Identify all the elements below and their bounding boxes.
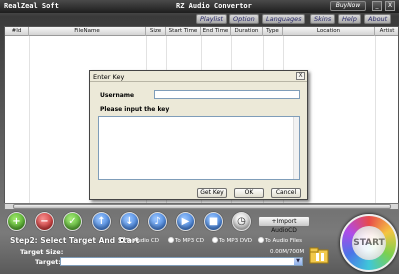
music-icon[interactable]: ♪ [148, 212, 167, 231]
menu-bar: Playlist Option Languages Skins Help Abo… [193, 13, 399, 25]
target-label: Target: [35, 258, 61, 266]
remove-icon[interactable]: − [35, 212, 54, 231]
column-artist[interactable]: Artist [375, 27, 398, 36]
key-scrollbar[interactable] [293, 117, 299, 179]
column-divider [29, 36, 30, 203]
radio-icon [212, 237, 218, 243]
column-filename[interactable]: FileName [29, 27, 146, 36]
username-label: Username [100, 92, 135, 99]
radio-to-audio-cd[interactable]: To Audio CD [119, 237, 159, 244]
column-location[interactable]: Location [283, 27, 375, 36]
cancel-button[interactable]: Cancel [271, 188, 301, 198]
check-icon[interactable]: ✓ [63, 212, 82, 231]
menu-about[interactable]: About [364, 14, 392, 24]
radio-label: To MP3 DVD [219, 238, 252, 244]
chevron-down-icon[interactable]: ▼ [294, 258, 302, 265]
menu-playlist[interactable]: Playlist [196, 14, 228, 24]
menu-skins[interactable]: Skins [310, 14, 336, 24]
close-button[interactable]: X [385, 1, 395, 11]
radio-label: To Audio CD [126, 238, 159, 244]
dialog-title-bar: Enter Key X [90, 71, 307, 82]
column-start-time[interactable]: Start Time [166, 27, 201, 36]
stop-icon[interactable]: ■ [204, 212, 223, 231]
dialog-close-button[interactable]: X [296, 72, 305, 80]
dialog-title: Enter Key [93, 73, 125, 81]
radio-label: To Audio Files [265, 238, 302, 244]
app-window: RealZeal Soft RZ Audio Convertor BuyNow … [0, 0, 399, 274]
key-textarea[interactable] [98, 116, 300, 180]
folder-icon[interactable] [308, 244, 330, 266]
username-input[interactable] [154, 90, 300, 99]
column-size[interactable]: Size [146, 27, 166, 36]
radio-selected-icon [119, 237, 125, 243]
arrow-down-icon[interactable]: ↓ [120, 212, 139, 231]
radio-to-mp3-cd[interactable]: To MP3 CD [168, 237, 204, 244]
radio-icon [168, 237, 174, 243]
toolbar: + − ✓ ↑ ↓ ♪ ▶ ■ ◷ +Import AudioCD [0, 210, 399, 234]
column-duration[interactable]: Duration [231, 27, 263, 36]
column-end-time[interactable]: End Time [201, 27, 231, 36]
enter-key-dialog: Enter Key X Username Please input the ke… [89, 70, 308, 200]
radio-icon [258, 237, 264, 243]
scrollbar-thumb[interactable] [13, 204, 391, 209]
start-label: START [353, 238, 385, 248]
column-divider [375, 36, 376, 203]
column-type[interactable]: Type [263, 27, 283, 36]
app-title: RZ Audio Convertor [176, 2, 252, 10]
import-audiocd-button[interactable]: +Import AudioCD [258, 216, 310, 234]
start-button[interactable]: START [340, 214, 398, 272]
key-label: Please input the key [100, 106, 170, 113]
get-key-button[interactable]: Get Key [197, 188, 227, 198]
horizontal-scrollbar[interactable] [4, 203, 399, 210]
play-icon[interactable]: ▶ [176, 212, 195, 231]
menu-help[interactable]: Help [338, 14, 361, 24]
start-button-center: START [352, 226, 386, 260]
radio-to-audio-files[interactable]: To Audio Files [258, 237, 302, 244]
target-size-value: 0.00M/700M [270, 249, 305, 255]
arrow-up-icon[interactable]: ↑ [92, 212, 111, 231]
menu-option[interactable]: Option [229, 14, 259, 24]
brand-label: RealZeal Soft [4, 2, 59, 10]
ok-button[interactable]: OK [234, 188, 264, 198]
target-select[interactable]: ▼ [60, 257, 303, 266]
table-header: #Id FileName Size Start Time End Time Du… [5, 27, 398, 36]
radio-to-mp3-dvd[interactable]: To MP3 DVD [212, 237, 252, 244]
add-icon[interactable]: + [7, 212, 26, 231]
radio-label: To MP3 CD [175, 238, 204, 244]
title-bar: RealZeal Soft RZ Audio Convertor BuyNow … [0, 0, 399, 13]
minimize-button[interactable]: _ [372, 1, 382, 11]
menu-languages[interactable]: Languages [262, 14, 306, 24]
target-size-label: Target Size: [20, 248, 64, 256]
column-id[interactable]: #Id [5, 27, 29, 36]
clock-icon[interactable]: ◷ [232, 212, 251, 231]
buy-now-button[interactable]: BuyNow [330, 1, 366, 11]
